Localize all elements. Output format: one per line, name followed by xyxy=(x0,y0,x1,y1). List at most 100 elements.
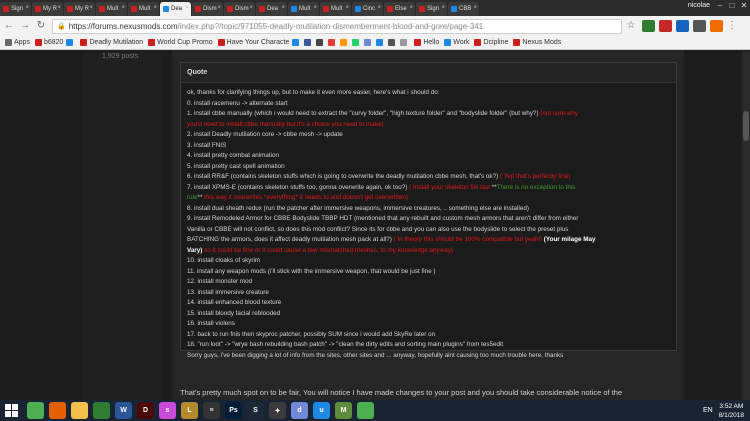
tab-close-icon[interactable]: × xyxy=(281,5,285,11)
browser-tab[interactable]: Mult × xyxy=(128,2,159,16)
taskbar-discord-icon[interactable]: d xyxy=(291,402,308,419)
bookmark-label: Dcipline xyxy=(483,39,509,46)
forward-icon[interactable]: → xyxy=(18,19,32,33)
minimize-icon[interactable]: – xyxy=(714,0,726,12)
taskbar-store-icon[interactable] xyxy=(93,402,110,419)
taskbar-chrome-icon[interactable] xyxy=(27,402,44,419)
tab-close-icon[interactable]: × xyxy=(409,5,413,11)
menu-icon[interactable]: ⋮ xyxy=(725,19,739,33)
browser-tab[interactable]: Dea × xyxy=(160,2,191,16)
secure-icon: 🔒 xyxy=(57,23,66,30)
extension-icon[interactable] xyxy=(693,20,706,32)
tab-favicon-icon xyxy=(323,6,329,12)
bookmark-item[interactable]: Apps xyxy=(5,39,30,46)
tab-close-icon[interactable]: × xyxy=(89,5,93,11)
tab-close-icon[interactable]: × xyxy=(121,5,125,11)
clock[interactable]: 3:52 AM 8/1/2018 xyxy=(719,402,744,420)
browser-tab[interactable]: Sign × xyxy=(0,2,31,16)
taskbar-word-icon[interactable]: W xyxy=(115,402,132,419)
tab-close-icon[interactable]: × xyxy=(345,5,349,11)
taskbar-league-icon[interactable]: L xyxy=(181,402,198,419)
profile-name[interactable]: nicolae xyxy=(688,2,710,9)
reload-icon[interactable]: ↻ xyxy=(34,19,48,33)
browser-tab[interactable]: Dism × xyxy=(192,2,223,16)
browser-tab[interactable]: My R × xyxy=(64,2,95,16)
browser-tab[interactable]: Sign × xyxy=(416,2,447,16)
extension-icon[interactable] xyxy=(676,20,689,32)
browser-tab[interactable]: Mult × xyxy=(288,2,319,16)
start-button[interactable] xyxy=(0,400,22,421)
bookmark-item[interactable] xyxy=(364,39,373,46)
tab-close-icon[interactable]: × xyxy=(377,5,381,11)
url-host: https://forums.nexusmods.com xyxy=(68,21,178,31)
tab-close-icon[interactable]: × xyxy=(153,5,157,11)
taskbar-settings-icon[interactable]: ≡ xyxy=(203,402,220,419)
taskbar-minecraft-icon[interactable]: M xyxy=(335,402,352,419)
quote-text: There is no exception to this xyxy=(496,183,576,191)
tab-label: Else xyxy=(395,6,407,12)
browser-tab[interactable]: Dism × xyxy=(224,2,255,16)
bookmark-item[interactable] xyxy=(292,39,301,46)
quote-text: 13. install immersive creature xyxy=(187,288,269,296)
close-icon[interactable]: ✕ xyxy=(738,0,750,12)
bookmark-item[interactable]: Hello xyxy=(414,39,439,46)
taskbar-photoshop-icon[interactable]: Ps xyxy=(225,402,242,419)
bookmark-item[interactable] xyxy=(376,39,385,46)
address-bar[interactable]: 🔒 https://forums.nexusmods.com /index.ph… xyxy=(52,18,622,34)
tab-close-icon[interactable]: × xyxy=(313,5,317,11)
taskbar-skype-icon[interactable]: s xyxy=(159,402,176,419)
taskbar-app-icon[interactable]: ✦ xyxy=(269,402,286,419)
bookmark-item[interactable]: Nexus Mods xyxy=(513,39,561,46)
tab-close-icon[interactable]: × xyxy=(217,5,221,11)
bookmark-label: Hello xyxy=(423,39,440,46)
tab-favicon-icon xyxy=(3,6,9,12)
browser-tab[interactable]: Dea × xyxy=(256,2,287,16)
bookmark-item[interactable] xyxy=(388,39,397,46)
taskbar-ubisoft-icon[interactable]: u xyxy=(313,402,330,419)
taskbar-doom-icon[interactable]: D xyxy=(137,402,154,419)
star-icon[interactable]: ☆ xyxy=(624,19,638,33)
bookmark-item[interactable]: Work xyxy=(444,39,469,46)
bookmark-item[interactable]: b6820 xyxy=(34,39,63,46)
browser-tab[interactable]: Else × xyxy=(384,2,415,16)
bookmark-item[interactable]: Have Your Characte xyxy=(217,39,289,46)
bookmark-icon xyxy=(364,39,372,46)
tab-close-icon[interactable]: × xyxy=(441,5,445,11)
taskbar-folder-icon[interactable] xyxy=(71,402,88,419)
tab-close-icon[interactable]: × xyxy=(57,5,61,11)
bookmark-item[interactable] xyxy=(316,39,325,46)
bookmark-item[interactable]: World Cup Promo xyxy=(148,39,213,46)
browser-tab[interactable]: CBB × xyxy=(448,2,479,16)
bookmark-item[interactable] xyxy=(400,39,409,46)
taskbar-chrome-active-icon[interactable] xyxy=(357,402,374,419)
taskbar-firefox-icon[interactable] xyxy=(49,402,66,419)
scrollbar-thumb[interactable] xyxy=(743,111,749,141)
tab-label: Mult xyxy=(139,6,151,12)
extension-icon[interactable] xyxy=(642,20,655,32)
tab-close-icon[interactable]: × xyxy=(249,5,253,11)
bookmark-item[interactable]: Deadly Mutilation xyxy=(80,39,143,46)
tab-close-icon[interactable]: × xyxy=(473,5,477,11)
language-indicator[interactable]: EN xyxy=(703,407,713,414)
tab-close-icon[interactable]: × xyxy=(185,5,189,11)
bookmark-item[interactable]: Dcipline xyxy=(474,39,508,46)
browser-tab[interactable]: Mult × xyxy=(320,2,351,16)
bookmark-item[interactable] xyxy=(352,39,361,46)
maximize-icon[interactable]: □ xyxy=(726,0,738,12)
browser-tab[interactable]: My R × xyxy=(32,2,63,16)
taskbar-steam-icon[interactable]: S xyxy=(247,402,264,419)
bookmark-icon xyxy=(474,39,482,46)
browser-tab[interactable]: Mult × xyxy=(96,2,127,16)
extension-icon[interactable] xyxy=(710,20,723,32)
tab-close-icon[interactable]: × xyxy=(25,5,29,11)
browser-tab[interactable]: Cinc × xyxy=(352,2,383,16)
tab-label: Dea xyxy=(267,6,279,12)
page-scrollbar[interactable] xyxy=(742,51,750,400)
extension-icon[interactable] xyxy=(659,20,672,32)
bookmark-item[interactable] xyxy=(340,39,349,46)
quote-line: 17. back to run fnis then skyproc patche… xyxy=(187,330,670,341)
bookmark-item[interactable] xyxy=(304,39,313,46)
bookmark-item[interactable] xyxy=(66,39,75,46)
bookmark-item[interactable] xyxy=(328,39,337,46)
back-icon[interactable]: ← xyxy=(2,19,16,33)
